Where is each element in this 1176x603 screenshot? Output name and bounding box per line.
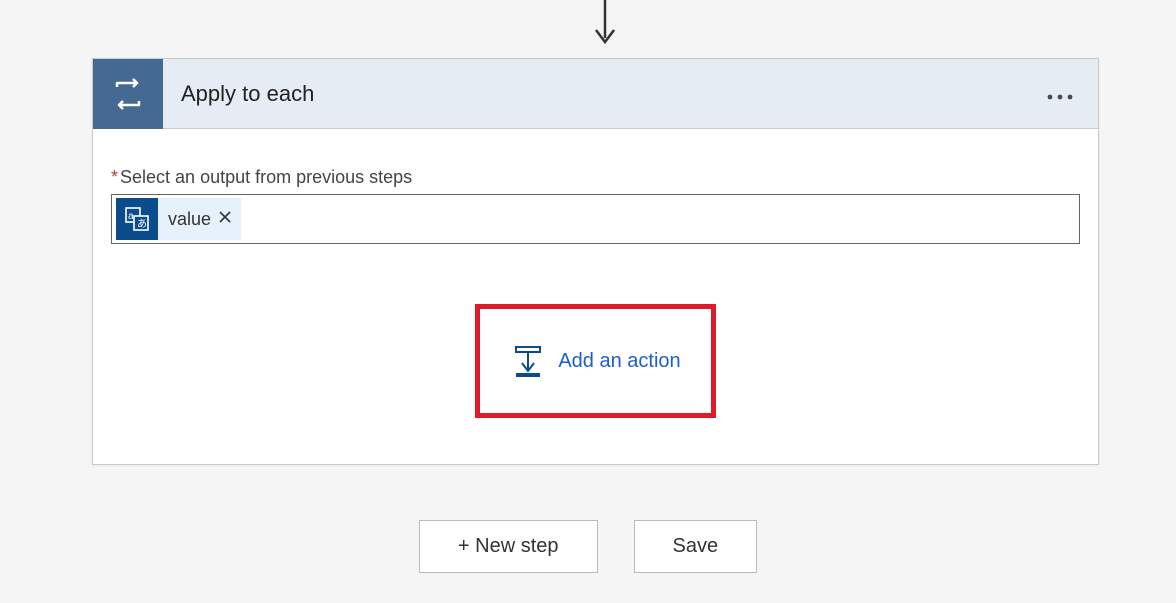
connector-arrow — [590, 0, 620, 50]
token-remove-button[interactable] — [219, 210, 231, 228]
translate-icon: a あ — [116, 198, 158, 240]
loop-icon — [93, 59, 163, 129]
card-header[interactable]: Apply to each — [93, 59, 1098, 129]
bottom-button-row: + New step Save — [0, 520, 1176, 573]
card-body: *Select an output from previous steps a … — [93, 129, 1098, 464]
dynamic-content-token[interactable]: a あ value — [116, 198, 241, 240]
svg-text:a: a — [128, 211, 134, 222]
required-indicator: * — [111, 167, 118, 187]
action-area: Add an action — [111, 304, 1080, 418]
card-title: Apply to each — [163, 81, 1046, 107]
token-label: value — [168, 209, 211, 230]
field-label: *Select an output from previous steps — [111, 167, 1080, 188]
svg-text:あ: あ — [137, 218, 147, 230]
add-action-icon — [510, 343, 546, 379]
more-options-button[interactable] — [1046, 80, 1098, 108]
save-button[interactable]: Save — [634, 520, 758, 573]
add-action-label: Add an action — [558, 350, 680, 373]
add-action-button[interactable]: Add an action — [475, 304, 715, 418]
field-label-text: Select an output from previous steps — [120, 167, 412, 187]
output-selector-input[interactable]: a あ value — [111, 194, 1080, 244]
new-step-button[interactable]: + New step — [419, 520, 598, 573]
apply-to-each-card: Apply to each *Select an output from pre… — [92, 58, 1099, 465]
